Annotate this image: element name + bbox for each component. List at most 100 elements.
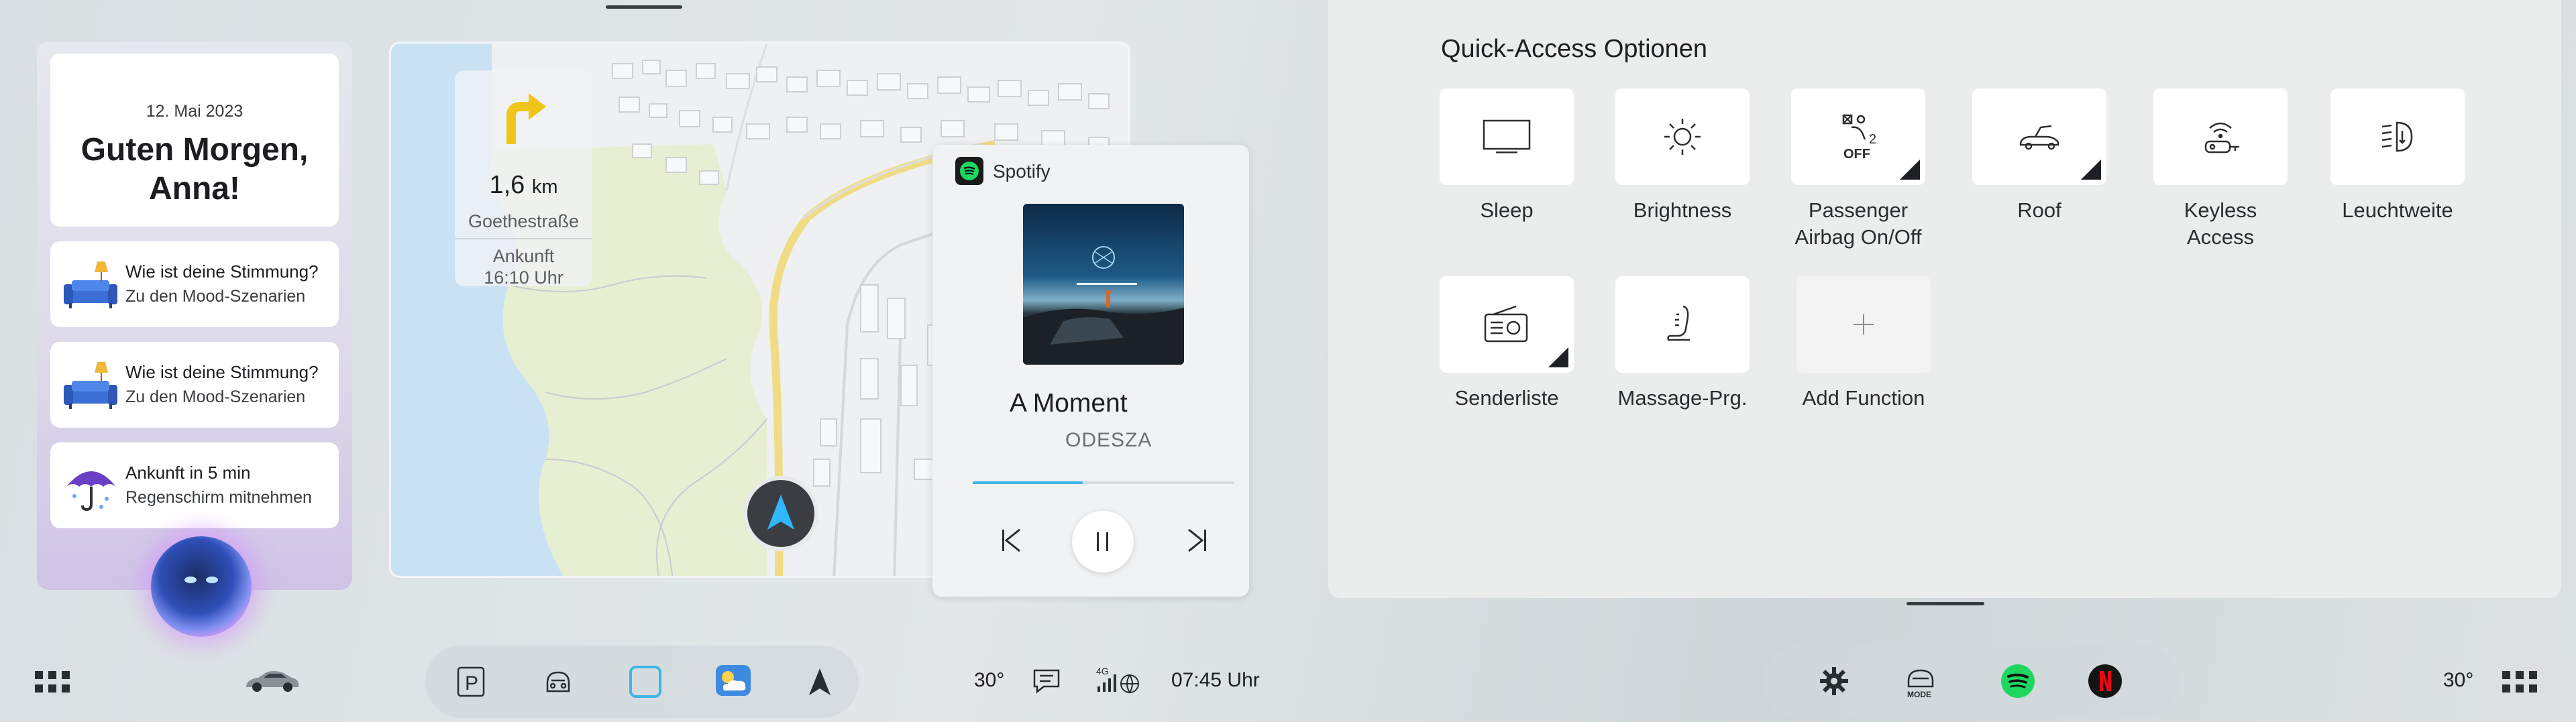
skip-next-icon xyxy=(1188,528,1206,552)
tile-massage-program[interactable]: Massage-Prg. xyxy=(1615,276,1750,412)
tile-passenger-airbag[interactable]: 2 OFF Passenger Airbag On/Off xyxy=(1791,88,1925,251)
panel-handle-right[interactable] xyxy=(1907,602,1984,605)
track-title: A Moment xyxy=(1010,389,1128,418)
sofa-lamp-icon xyxy=(64,261,117,308)
car-front-icon xyxy=(546,671,570,693)
tile-keyless-access[interactable]: Keyless Access xyxy=(2153,88,2288,251)
app-grid-icon xyxy=(2502,671,2537,693)
parking-label: P xyxy=(465,672,478,695)
tile-add-function-box[interactable] xyxy=(1796,276,1931,373)
clock: 07:45 Uhr xyxy=(1171,669,1260,691)
album-cover[interactable] xyxy=(1023,204,1184,365)
signal-icon: 4G xyxy=(1096,666,1139,694)
square-app-icon xyxy=(629,666,661,698)
vehicle-settings-button[interactable] xyxy=(1814,661,1854,701)
seat-view-button[interactable] xyxy=(537,660,580,703)
spotify-player-card[interactable]: Spotify A Moment ODESZA xyxy=(932,145,1249,597)
spotify-app-button[interactable] xyxy=(1999,662,2037,700)
car-mode-icon: MODE xyxy=(1907,669,1934,699)
tile-sleep[interactable]: Sleep xyxy=(1440,88,1574,224)
nav-card-divider xyxy=(455,238,592,239)
tile-senderliste-box[interactable] xyxy=(1440,276,1574,373)
greeting-line1: Guten Morgen, xyxy=(80,132,309,168)
playback-progress-bar[interactable] xyxy=(973,481,1234,484)
umbrella-icon xyxy=(66,471,116,512)
airbag-number: 2 xyxy=(1869,132,1876,147)
spotify-logo-icon xyxy=(2001,664,2035,698)
submenu-indicator xyxy=(1548,347,1568,367)
mode-label: MODE xyxy=(1907,690,1931,699)
tile-leuchtweite-box[interactable] xyxy=(2330,88,2465,185)
drive-mode-button[interactable]: MODE xyxy=(1898,658,1943,703)
voice-assistant-orb[interactable] xyxy=(151,536,252,637)
vehicle-button[interactable] xyxy=(241,660,302,701)
navigation-arrow-icon xyxy=(809,668,830,695)
turn-instruction-card[interactable]: 1,6 km Goethestraße Ankunft 16:10 Uhr xyxy=(455,70,592,288)
turn-distance: 1,6 km xyxy=(455,171,592,200)
tile-leuchtweite[interactable]: Leuchtweite xyxy=(2330,88,2465,224)
convertible-roof-icon xyxy=(2019,125,2059,150)
tile-keyless-access-box[interactable] xyxy=(2153,88,2288,185)
notification-arrival[interactable]: Ankunft in 5 min Regenschirm mitnehmen xyxy=(50,442,339,528)
active-app-button[interactable] xyxy=(624,660,667,703)
tile-label: Massage-Prg. xyxy=(1617,386,1748,410)
sofa-lamp-icon xyxy=(64,362,117,409)
tile-roof[interactable]: Roof xyxy=(1972,88,2106,224)
sun-icon xyxy=(1664,119,1701,155)
skip-previous-icon xyxy=(1002,528,1020,552)
network-type: 4G xyxy=(1096,666,1109,676)
notification-subtitle: Regenschirm mitnehmen xyxy=(125,488,312,507)
widget-panel: 12. Mai 2023 Guten Morgen, Anna! Wie ist… xyxy=(37,42,352,590)
assistant-eye-right xyxy=(206,577,218,583)
greeting-title: Guten Morgen, Anna! xyxy=(50,131,339,208)
playback-progress-fill xyxy=(973,481,1083,484)
tile-label: Senderliste xyxy=(1454,386,1559,410)
tile-massage-program-box[interactable] xyxy=(1615,276,1750,373)
parking-icon: P xyxy=(457,666,485,697)
notification-mood-2[interactable]: Wie ist deine Stimmung? Zu den Mood-Szen… xyxy=(50,342,339,428)
tile-passenger-airbag-box[interactable]: 2 OFF xyxy=(1791,88,1925,185)
spotify-logo-icon xyxy=(955,157,983,185)
tile-brightness-box[interactable] xyxy=(1615,88,1750,185)
app-grid-button-left[interactable] xyxy=(32,664,74,701)
tile-label: Roof xyxy=(2017,198,2061,222)
weather-button[interactable] xyxy=(710,659,757,702)
plus-icon xyxy=(1854,314,1874,335)
netflix-logo-icon xyxy=(2088,664,2122,698)
notification-mood-1[interactable]: Wie ist deine Stimmung? Zu den Mood-Szen… xyxy=(50,241,339,327)
panel-handle-left[interactable] xyxy=(606,5,682,9)
car-icon xyxy=(246,671,299,692)
tile-sleep-box[interactable] xyxy=(1440,88,1574,185)
tile-senderliste[interactable]: Senderliste xyxy=(1440,276,1574,412)
messages-button[interactable] xyxy=(1028,662,1065,700)
tile-label: Sleep xyxy=(1480,198,1534,222)
tile-brightness[interactable]: Brightness xyxy=(1615,88,1750,224)
netflix-app-button[interactable] xyxy=(2086,662,2124,700)
tile-roof-box[interactable] xyxy=(1972,88,2106,185)
current-position-button[interactable] xyxy=(743,476,818,551)
player-app-name: Spotify xyxy=(993,161,1051,182)
turn-distance-unit: km xyxy=(531,176,558,198)
parking-button[interactable]: P xyxy=(449,660,492,703)
weather-icon xyxy=(716,665,751,696)
pause-icon xyxy=(1097,532,1108,551)
app-grid-icon xyxy=(35,671,70,693)
tile-label: Leuchtweite xyxy=(2342,198,2453,222)
chat-icon xyxy=(1033,669,1060,694)
submenu-indicator xyxy=(1900,160,1920,180)
next-track-button[interactable] xyxy=(1177,520,1217,560)
radio-icon xyxy=(1484,305,1528,343)
network-status: 4G xyxy=(1095,661,1143,699)
notification-subtitle: Zu den Mood-Szenarien xyxy=(125,387,306,406)
navigation-app-button[interactable] xyxy=(798,660,841,703)
tile-label: Add Function xyxy=(1802,386,1925,410)
previous-track-button[interactable] xyxy=(991,520,1032,560)
airbag-off-text: OFF xyxy=(1843,147,1870,162)
notification-title: Wie ist deine Stimmung? xyxy=(125,261,319,282)
notification-title: Wie ist deine Stimmung? xyxy=(125,362,319,382)
pause-button[interactable] xyxy=(1072,511,1134,573)
tile-add-function[interactable]: Add Function xyxy=(1796,276,1931,412)
tile-label: Passenger Airbag On/Off xyxy=(1794,198,1922,249)
app-grid-button-right[interactable] xyxy=(2500,664,2541,701)
outside-temperature-right: 30° xyxy=(2443,669,2474,691)
